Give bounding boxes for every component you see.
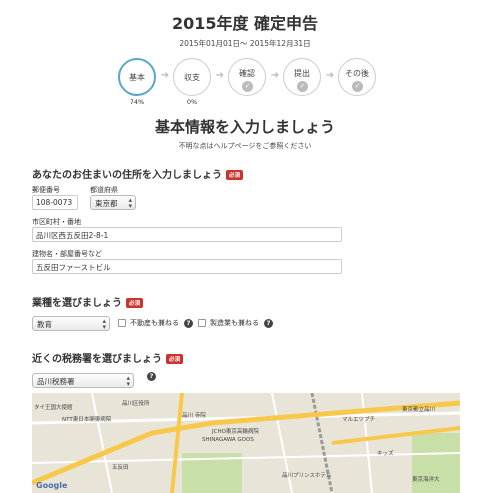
step-confirm[interactable]: 確認 ✓ bbox=[228, 58, 266, 96]
step-submit[interactable]: 提出 ✓ bbox=[283, 58, 321, 96]
google-logo: Google bbox=[36, 481, 68, 490]
caret-updown-icon: ▴ ▾ bbox=[126, 374, 130, 388]
help-icon[interactable]: ? bbox=[264, 318, 273, 328]
postal-label: 郵便番号 bbox=[32, 186, 60, 194]
manufacturing-checkbox-row[interactable]: 製造業も兼ねる ? bbox=[198, 318, 273, 328]
arrow-right-icon: ➔ bbox=[160, 70, 170, 81]
tax-office-heading: 近くの税務署を選びましょう 必須 bbox=[32, 350, 184, 365]
prefecture-select[interactable]: 東京都 ▴ ▾ bbox=[90, 195, 136, 210]
map-label: 東京都立品川 bbox=[402, 407, 436, 413]
tax-period: 2015年01月01日〜 2015年12月31日 bbox=[179, 39, 311, 48]
arrow-right-icon: ➔ bbox=[270, 70, 280, 81]
help-icon[interactable]: ? bbox=[184, 318, 193, 328]
step-basic[interactable]: 基本 bbox=[118, 58, 156, 96]
map-label: マルエツプチ bbox=[342, 417, 376, 423]
map-label: キッズ bbox=[377, 451, 394, 457]
arrow-right-icon: ➔ bbox=[215, 70, 225, 81]
required-badge: 必須 bbox=[166, 354, 184, 364]
step-basic-percent: 74% bbox=[129, 98, 145, 106]
building-label: 建物名・部屋番号など bbox=[32, 250, 102, 258]
required-badge: 必須 bbox=[226, 170, 244, 180]
check-icon: ✓ bbox=[242, 81, 253, 92]
step-label: 提出 bbox=[294, 68, 310, 78]
realestate-label: 不動産も兼ねる bbox=[130, 319, 179, 327]
check-icon: ✓ bbox=[297, 81, 308, 92]
building-input[interactable]: 五反田ファーストビル bbox=[32, 259, 342, 274]
help-note: 不明な点はヘルプページをご参照ください bbox=[178, 142, 312, 150]
tax-office-value: 品川税務署 bbox=[37, 377, 75, 386]
map-label: 東京海洋大 bbox=[412, 477, 440, 483]
tax-office-select[interactable]: 品川税務署 ▴ ▾ bbox=[32, 373, 134, 388]
map-label: 品川区役所 bbox=[122, 401, 150, 407]
arrow-right-icon: ➔ bbox=[325, 70, 335, 81]
city-label: 市区町村・番地 bbox=[32, 218, 81, 226]
manufacturing-label: 製造業も兼ねる bbox=[210, 319, 259, 327]
map-label: SHINAGAWA GOOS bbox=[202, 437, 254, 443]
check-icon: ✓ bbox=[352, 81, 363, 92]
tax-office-heading-text: 近くの税務署を選びましょう bbox=[32, 354, 162, 365]
realestate-checkbox-row[interactable]: 不動産も兼ねる ? bbox=[118, 318, 193, 328]
industry-heading: 業種を選びましょう 必須 bbox=[32, 294, 144, 309]
step-income-percent: 0% bbox=[186, 98, 198, 106]
manufacturing-checkbox[interactable] bbox=[198, 319, 206, 327]
industry-heading-text: 業種を選びましょう bbox=[32, 298, 122, 309]
map-label: 五反田 bbox=[112, 465, 129, 471]
tax-office-map[interactable]: タイ王国大使館 NTT東日本関東病院 品川区役所 品川 寺院 五反田 SHINA… bbox=[32, 393, 460, 493]
realestate-checkbox[interactable] bbox=[118, 319, 126, 327]
postal-input[interactable]: 108-0073 bbox=[32, 195, 78, 210]
map-label: タイ王国大使館 bbox=[34, 405, 73, 411]
required-badge: 必須 bbox=[126, 298, 144, 308]
prefecture-label: 都道府県 bbox=[90, 186, 118, 194]
address-heading: あなたのお住まいの住所を入力しましょう 必須 bbox=[32, 166, 244, 181]
progress-steps: 基本 74% ➔ 収支 0% ➔ 確認 ✓ ➔ 提出 ✓ ➔ その後 ✓ bbox=[118, 58, 378, 106]
step-label: その後 bbox=[345, 68, 369, 78]
step-label: 収支 bbox=[184, 72, 200, 82]
step-income[interactable]: 収支 bbox=[173, 58, 211, 96]
caret-updown-icon: ▴ ▾ bbox=[128, 196, 132, 210]
map-label: NTT東日本関東病院 bbox=[62, 417, 112, 423]
step-label: 確認 bbox=[239, 68, 255, 78]
page-title: 2015年度 確定申告 bbox=[171, 14, 319, 33]
step-label: 基本 bbox=[129, 72, 145, 82]
map-canvas bbox=[32, 393, 460, 493]
city-input[interactable]: 品川区西五反田2-8-1 bbox=[32, 227, 342, 242]
map-label: 品川 寺院 bbox=[182, 413, 206, 419]
help-icon[interactable]: ? bbox=[147, 372, 156, 381]
industry-value: 教育 bbox=[37, 320, 52, 329]
prefecture-value: 東京都 bbox=[95, 199, 118, 208]
map-label: 品川プリンスホテル bbox=[282, 473, 332, 479]
main-heading: 基本情報を入力しましょう bbox=[154, 118, 335, 136]
caret-updown-icon: ▴ ▾ bbox=[102, 317, 106, 331]
map-label: JCHO東京高輪病院 bbox=[212, 429, 259, 435]
step-after[interactable]: その後 ✓ bbox=[338, 58, 376, 96]
industry-select[interactable]: 教育 ▴ ▾ bbox=[32, 316, 110, 331]
address-heading-text: あなたのお住まいの住所を入力しましょう bbox=[32, 170, 222, 181]
